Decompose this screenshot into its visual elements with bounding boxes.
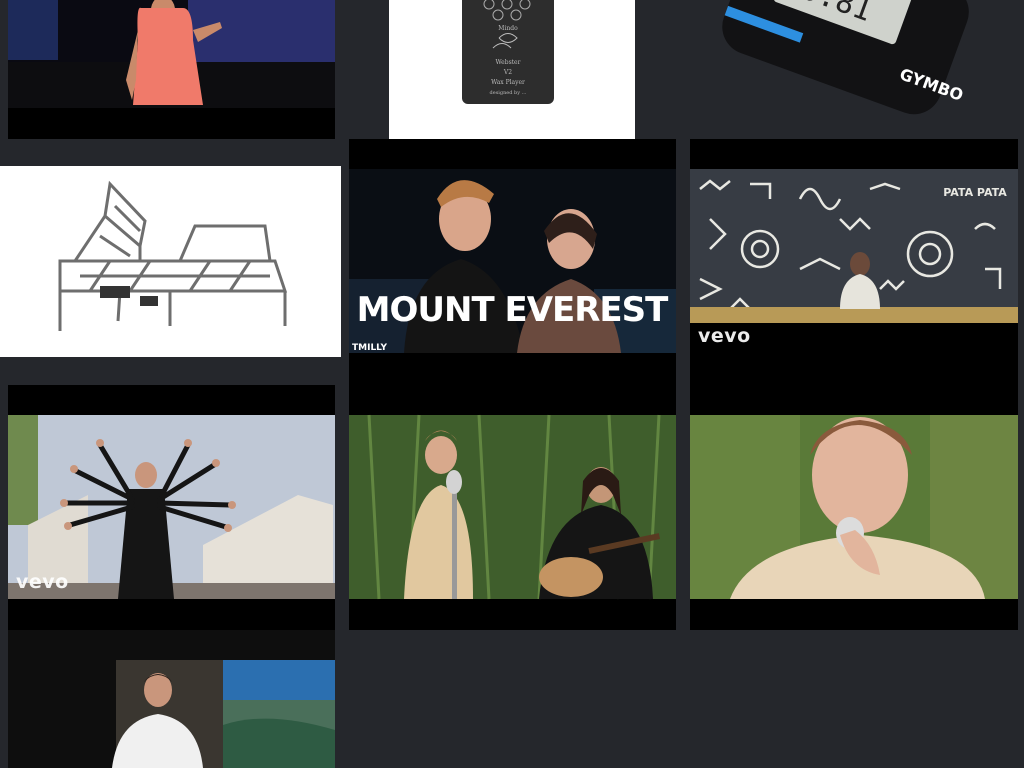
thumbnail-speaker-pink-dress[interactable] — [8, 0, 335, 139]
multi-arm-dancer-image — [8, 415, 335, 599]
vevo-badge: vevo — [16, 571, 69, 593]
device-text-5: designed by ... — [490, 90, 527, 96]
speaker-pink-dress-image — [8, 0, 335, 108]
singer-microphone-image — [690, 415, 1018, 599]
device-text-4: Wax Player — [491, 79, 525, 86]
thumbnail-pata-pata[interactable]: PATA PATA vevo — [690, 139, 1018, 415]
device-text-1: Mindo — [498, 25, 518, 32]
thumbnail-acoustic-duo[interactable] — [349, 385, 676, 630]
thumbnail-singer-microphone[interactable] — [690, 385, 1018, 630]
thumbnail-adjustable-bed-frame[interactable] — [0, 166, 341, 357]
thumbnail-gymboss-timer[interactable]: 0:81 GYMBO — [690, 0, 1018, 139]
device-text-2: Webster — [496, 59, 521, 66]
bed-frame-image — [58, 180, 288, 331]
pata-pata-image: PATA PATA — [690, 169, 1018, 323]
video-title: MOUNT EVEREST — [357, 290, 669, 330]
thumbnail-mount-everest[interactable]: MOUNT EVEREST TMILLY — [349, 139, 676, 415]
acoustic-duo-image — [349, 414, 676, 600]
vevo-badge: vevo — [698, 325, 751, 347]
thumbnail-wax-pen-device[interactable]: Mindo Webster V2 Wax Player designed by … — [389, 0, 635, 139]
thumbnail-multi-arm-dancer[interactable]: vevo — [8, 385, 335, 661]
thumbnail-ted-speaker[interactable] — [8, 630, 335, 768]
ted-speaker-image — [8, 630, 335, 768]
gymboss-timer-image: 0:81 GYMBO — [722, 0, 969, 115]
mount-everest-image: MOUNT EVEREST TMILLY — [349, 169, 676, 353]
channel-tag: TMILLY — [352, 343, 388, 353]
wax-pen-device-image: Mindo Webster V2 Wax Player designed by … — [462, 0, 554, 104]
device-text-3: V2 — [503, 69, 512, 76]
wall-text: PATA PATA — [943, 186, 1007, 199]
